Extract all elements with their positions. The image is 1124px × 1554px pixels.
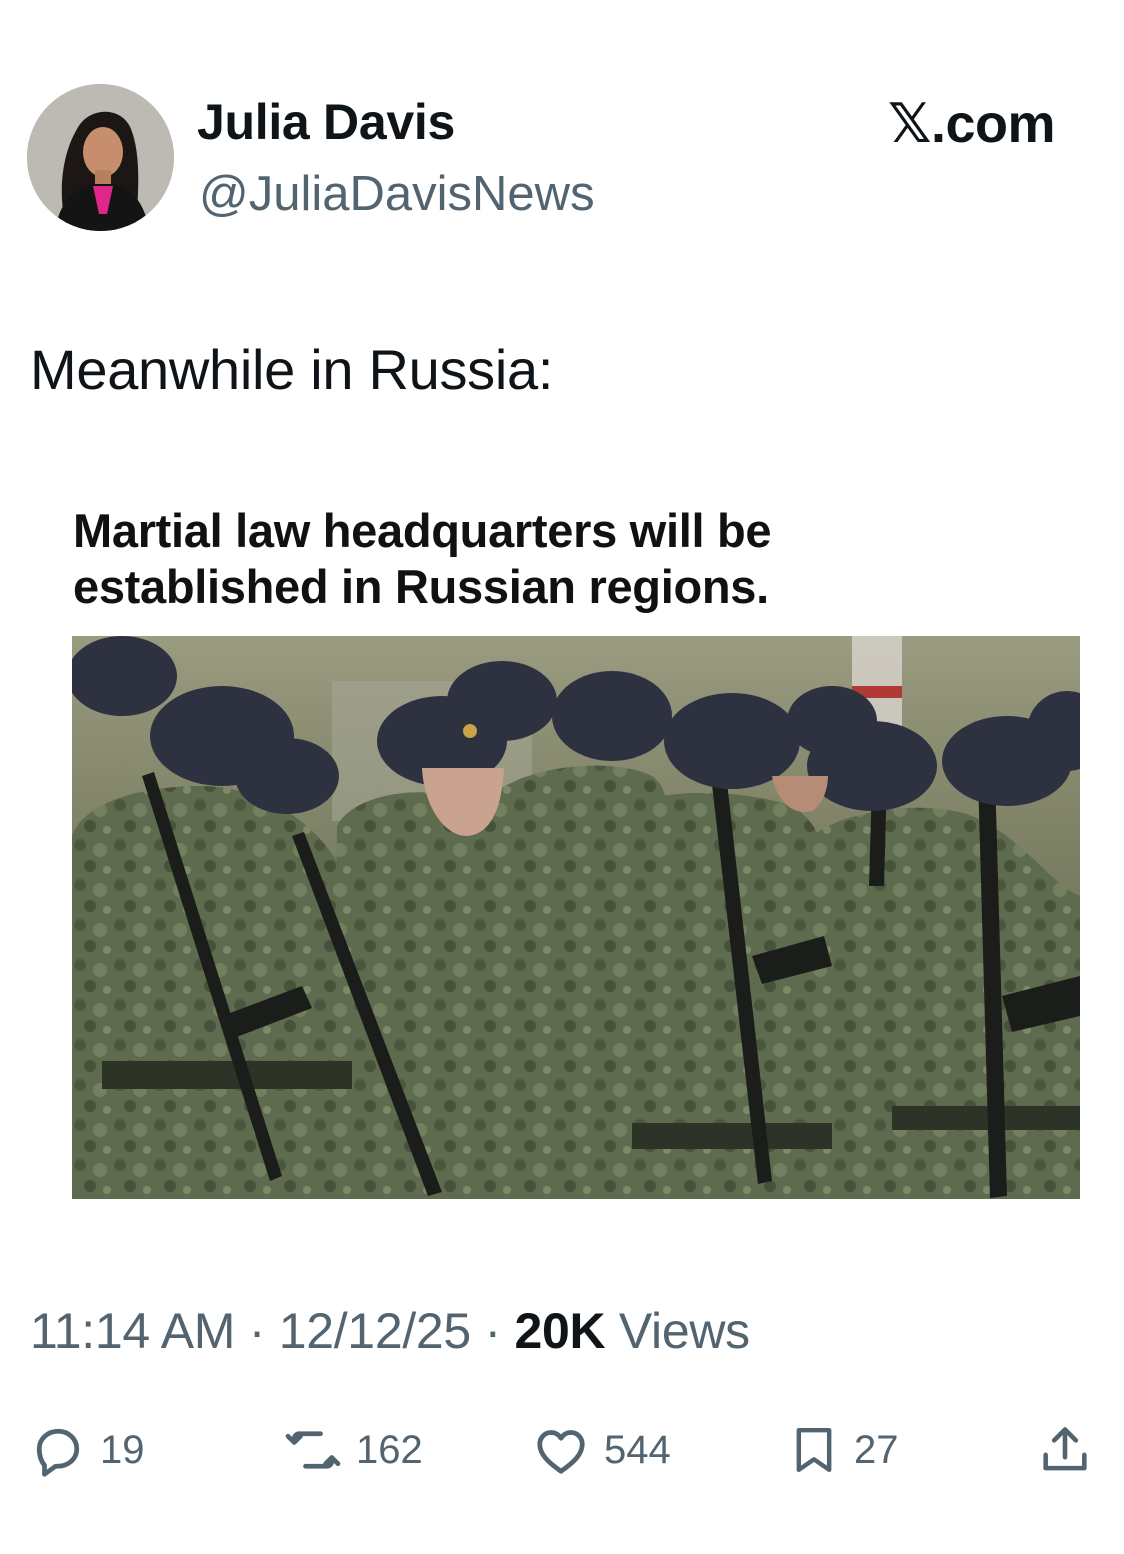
tweet-time[interactable]: 11:14 AM (30, 1303, 235, 1359)
author-name[interactable]: Julia Davis (197, 92, 455, 152)
views-count: 20K (514, 1303, 606, 1359)
reply-icon (36, 1428, 80, 1477)
headline-line-1: Martial law headquarters will be (73, 504, 772, 557)
share-button[interactable] (1036, 1420, 1094, 1480)
news-headline: Martial law headquarters will be establi… (73, 503, 1073, 615)
like-count: 544 (604, 1427, 671, 1472)
bookmark-count: 27 (854, 1427, 899, 1472)
bookmark-icon (796, 1427, 832, 1473)
profile-photo-icon (27, 84, 174, 231)
x-brand-logo: 𝕏.com (888, 92, 1056, 155)
heart-icon (537, 1430, 585, 1474)
author-handle[interactable]: @JuliaDavisNews (199, 164, 595, 224)
x-logo-icon: 𝕏 (888, 92, 932, 155)
views-label: Views (618, 1303, 750, 1359)
avatar[interactable] (27, 84, 174, 231)
soldiers-photo-icon (72, 636, 1080, 1199)
tweet-text: Meanwhile in Russia: (30, 338, 554, 401)
bookmark-button[interactable]: 27 (786, 1420, 899, 1480)
repost-button[interactable]: 162 (282, 1420, 423, 1480)
tweet-date[interactable]: 12/12/25 (279, 1303, 472, 1359)
brand-domain: .com (931, 94, 1056, 154)
repost-count: 162 (356, 1427, 423, 1472)
meta-separator: · (248, 1303, 266, 1359)
share-icon (1043, 1427, 1087, 1471)
reply-count: 19 (100, 1427, 145, 1472)
repost-icon (285, 1431, 341, 1469)
attached-photo[interactable] (72, 636, 1080, 1199)
reply-button[interactable]: 19 (28, 1420, 145, 1480)
headline-line-2: established in Russian regions. (73, 560, 769, 613)
like-button[interactable]: 544 (530, 1420, 671, 1480)
meta-separator: · (484, 1303, 502, 1359)
tweet-meta: 11:14 AM · 12/12/25 · 20K Views (30, 1300, 750, 1362)
